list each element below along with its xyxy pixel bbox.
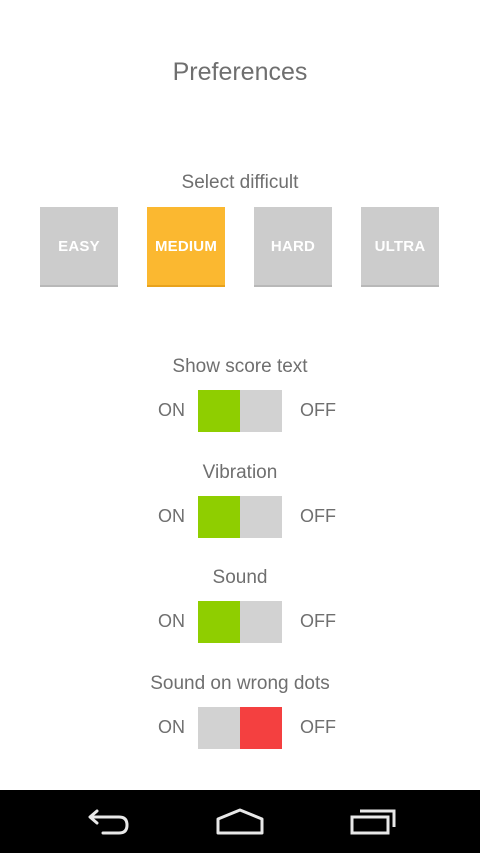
- toggle-on-label: ON: [158, 400, 185, 420]
- toggle-off-label: OFF: [300, 506, 336, 526]
- sound-on-wrong-dots-toggle[interactable]: [198, 707, 282, 749]
- difficulty-easy-button[interactable]: EASY: [40, 207, 118, 287]
- difficulty-medium-button[interactable]: MEDIUM: [147, 207, 225, 287]
- toggle-off-label: OFF: [300, 400, 336, 420]
- recent-apps-button[interactable]: [344, 802, 404, 842]
- toggle-knob: [198, 390, 240, 432]
- difficulty-hard-button[interactable]: HARD: [254, 207, 332, 287]
- toggle-knob: [198, 496, 240, 538]
- vibration-toggle[interactable]: [198, 496, 282, 538]
- sound-toggle[interactable]: [198, 601, 282, 643]
- home-button[interactable]: [210, 802, 270, 842]
- toggle-knob: [198, 601, 240, 643]
- sound-label: Sound: [212, 567, 268, 588]
- toggle-on-label: ON: [158, 611, 185, 631]
- page-title: Preferences: [172, 58, 308, 86]
- show-score-text-toggle[interactable]: [198, 390, 282, 432]
- toggle-knob: [240, 707, 282, 749]
- back-icon: [88, 809, 129, 835]
- difficulty-label: Select difficult: [181, 172, 299, 193]
- sound-row: ON OFF: [0, 601, 480, 643]
- difficulty-selector: EASY MEDIUM HARD ULTRA: [40, 207, 440, 287]
- back-button[interactable]: [76, 802, 136, 842]
- show-score-text-label: Show score text: [172, 356, 308, 377]
- sound-on-wrong-dots-row: ON OFF: [0, 707, 480, 749]
- recent-apps-icon: [350, 809, 396, 835]
- toggle-off-label: OFF: [300, 611, 336, 631]
- toggle-on-label: ON: [158, 717, 185, 737]
- vibration-label: Vibration: [202, 462, 278, 483]
- vibration-row: ON OFF: [0, 496, 480, 538]
- toggle-off-label: OFF: [300, 717, 336, 737]
- home-icon: [216, 808, 264, 835]
- sound-on-wrong-dots-label: Sound on wrong dots: [150, 673, 330, 694]
- preferences-screen: Preferences Select difficult EASY MEDIUM…: [0, 0, 480, 853]
- show-score-text-row: ON OFF: [0, 390, 480, 432]
- system-navigation-bar: [0, 790, 480, 853]
- toggle-on-label: ON: [158, 506, 185, 526]
- difficulty-ultra-button[interactable]: ULTRA: [361, 207, 439, 287]
